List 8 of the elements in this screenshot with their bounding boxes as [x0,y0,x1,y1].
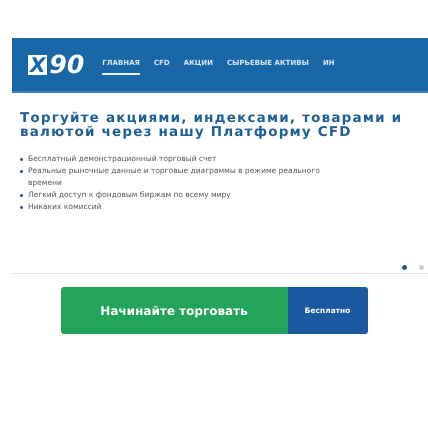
logo[interactable]: X 90 [28,52,84,77]
bullet-icon [20,158,23,161]
headline: Торгуйте акциями, индексами, товарами и валютой через нашу Платформу CFD [20,111,404,140]
bullet-icon [20,194,23,197]
slider-dot[interactable] [419,265,424,270]
bullet-icon [20,170,23,173]
slider-dot[interactable] [402,265,407,270]
bullet-icon [20,206,23,209]
